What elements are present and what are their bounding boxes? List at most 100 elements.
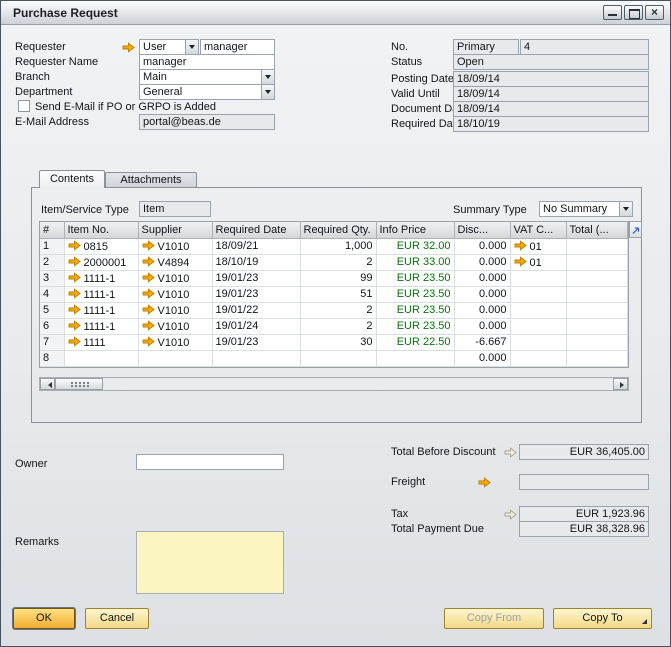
discount-cell[interactable]: 0.000 [454,286,510,302]
info-price-cell[interactable]: EUR 33.00 [376,254,454,270]
vat-code-cell[interactable] [510,302,566,318]
total-cell[interactable] [566,350,628,366]
dropdown-arrow-icon[interactable] [185,40,198,54]
vat-code-cell[interactable] [510,350,566,366]
required-date-cell[interactable]: 19/01/23 [212,334,300,350]
supplier-link-arrow-icon[interactable] [142,304,155,315]
supplier-link-arrow-icon[interactable] [142,240,155,251]
col-header-required-qty[interactable]: Required Qty. [300,222,376,238]
supplier-cell[interactable]: V1010 [138,238,212,254]
tab-attachments[interactable]: Attachments [105,172,197,188]
row-number-cell[interactable]: 4 [40,286,64,302]
discount-cell[interactable]: 0.000 [454,270,510,286]
info-price-cell[interactable]: EUR 23.50 [376,286,454,302]
supplier-cell[interactable]: V1010 [138,270,212,286]
total-cell[interactable] [566,302,628,318]
item-no-cell[interactable] [64,350,138,366]
supplier-link-arrow-icon[interactable] [142,320,155,331]
send-email-checkbox[interactable] [18,100,30,112]
row-number-cell[interactable]: 7 [40,334,64,350]
item-link-arrow-icon[interactable] [68,272,81,283]
dropdown-arrow-icon[interactable] [619,202,632,216]
total-cell[interactable] [566,334,628,350]
posting-date-field[interactable]: 18/09/14 [453,71,649,87]
vat-code-cell[interactable] [510,318,566,334]
freight-link-arrow-icon[interactable] [478,477,491,488]
requester-type-select[interactable]: User [139,39,199,55]
vat-code-cell[interactable] [510,270,566,286]
item-link-arrow-icon[interactable] [68,256,81,267]
discount-cell[interactable]: 0.000 [454,350,510,366]
tax-link-arrow-icon[interactable] [504,509,517,520]
scroll-right-icon[interactable] [613,378,628,390]
owner-field[interactable] [136,454,284,470]
vat-code-cell[interactable]: 01 [510,254,566,270]
info-price-cell[interactable]: EUR 23.50 [376,302,454,318]
discount-cell[interactable]: 0.000 [454,238,510,254]
info-price-cell[interactable]: EUR 23.50 [376,270,454,286]
supplier-link-arrow-icon[interactable] [142,256,155,267]
valid-until-field[interactable]: 18/09/14 [453,86,649,102]
grid-row[interactable]: 4 1111-1 V1010 19/01/23 51 EUR 23.50 0.0… [40,286,628,302]
requester-link-arrow-icon[interactable] [122,42,135,53]
col-header-row-number[interactable]: # [40,222,64,238]
col-header-info-price[interactable]: Info Price [376,222,454,238]
dropdown-arrow-icon[interactable] [261,70,274,84]
required-qty-cell[interactable]: 51 [300,286,376,302]
branch-select[interactable]: Main [139,69,275,85]
required-date-cell[interactable]: 19/01/23 [212,286,300,302]
item-no-cell[interactable]: 0815 [64,238,138,254]
col-header-item-no[interactable]: Item No. [64,222,138,238]
grid-row[interactable]: 2 2000001 V4894 18/10/19 2 EUR 33.00 0.0… [40,254,628,270]
item-link-arrow-icon[interactable] [68,320,81,331]
grid-row[interactable]: 3 1111-1 V1010 19/01/23 99 EUR 23.50 0.0… [40,270,628,286]
scroll-left-icon[interactable] [40,378,55,390]
row-number-cell[interactable]: 1 [40,238,64,254]
maximize-icon[interactable] [624,5,643,20]
required-date-cell[interactable]: 18/09/21 [212,238,300,254]
grid-expand-icon[interactable] [629,221,642,238]
item-no-cell[interactable]: 2000001 [64,254,138,270]
required-qty-cell[interactable]: 2 [300,302,376,318]
row-number-cell[interactable]: 5 [40,302,64,318]
row-number-cell[interactable]: 8 [40,350,64,366]
item-no-cell[interactable]: 1111 [64,334,138,350]
tab-contents[interactable]: Contents [39,170,105,188]
freight-field[interactable] [519,474,649,490]
required-date-cell[interactable]: 19/01/22 [212,302,300,318]
grid-row[interactable]: 8 0.000 [40,350,628,366]
total-cell[interactable] [566,254,628,270]
close-icon[interactable] [645,5,664,20]
total-cell[interactable] [566,318,628,334]
scrollbar-thumb[interactable] [55,378,103,390]
col-header-vat-code[interactable]: VAT C... [510,222,566,238]
total-cell[interactable] [566,286,628,302]
minimize-icon[interactable] [603,5,622,20]
info-price-cell[interactable]: EUR 22.50 [376,334,454,350]
item-no-cell[interactable]: 1111-1 [64,318,138,334]
row-number-cell[interactable]: 3 [40,270,64,286]
item-link-arrow-icon[interactable] [68,304,81,315]
supplier-link-arrow-icon[interactable] [142,272,155,283]
grid-row[interactable]: 5 1111-1 V1010 19/01/22 2 EUR 23.50 0.00… [40,302,628,318]
col-header-supplier[interactable]: Supplier [138,222,212,238]
item-link-arrow-icon[interactable] [68,240,81,251]
grid-row[interactable]: 7 1111 V1010 19/01/23 30 EUR 22.50 -6.66… [40,334,628,350]
vat-code-cell[interactable] [510,334,566,350]
ok-button[interactable]: OK [13,608,75,629]
summary-type-select[interactable]: No Summary [539,201,633,217]
no-series-field[interactable]: Primary [453,39,519,55]
info-price-cell[interactable] [376,350,454,366]
requester-name-field[interactable]: manager [139,54,275,70]
item-link-arrow-icon[interactable] [68,336,81,347]
col-header-total[interactable]: Total (... [566,222,628,238]
document-date-field[interactable]: 18/09/14 [453,101,649,117]
total-before-discount-link-arrow-icon[interactable] [504,447,517,458]
total-cell[interactable] [566,270,628,286]
vat-code-cell[interactable] [510,286,566,302]
department-select[interactable]: General [139,84,275,100]
required-date-cell[interactable]: 19/01/23 [212,270,300,286]
grid-horizontal-scrollbar[interactable] [39,377,629,391]
supplier-cell[interactable]: V4894 [138,254,212,270]
required-qty-cell[interactable]: 30 [300,334,376,350]
